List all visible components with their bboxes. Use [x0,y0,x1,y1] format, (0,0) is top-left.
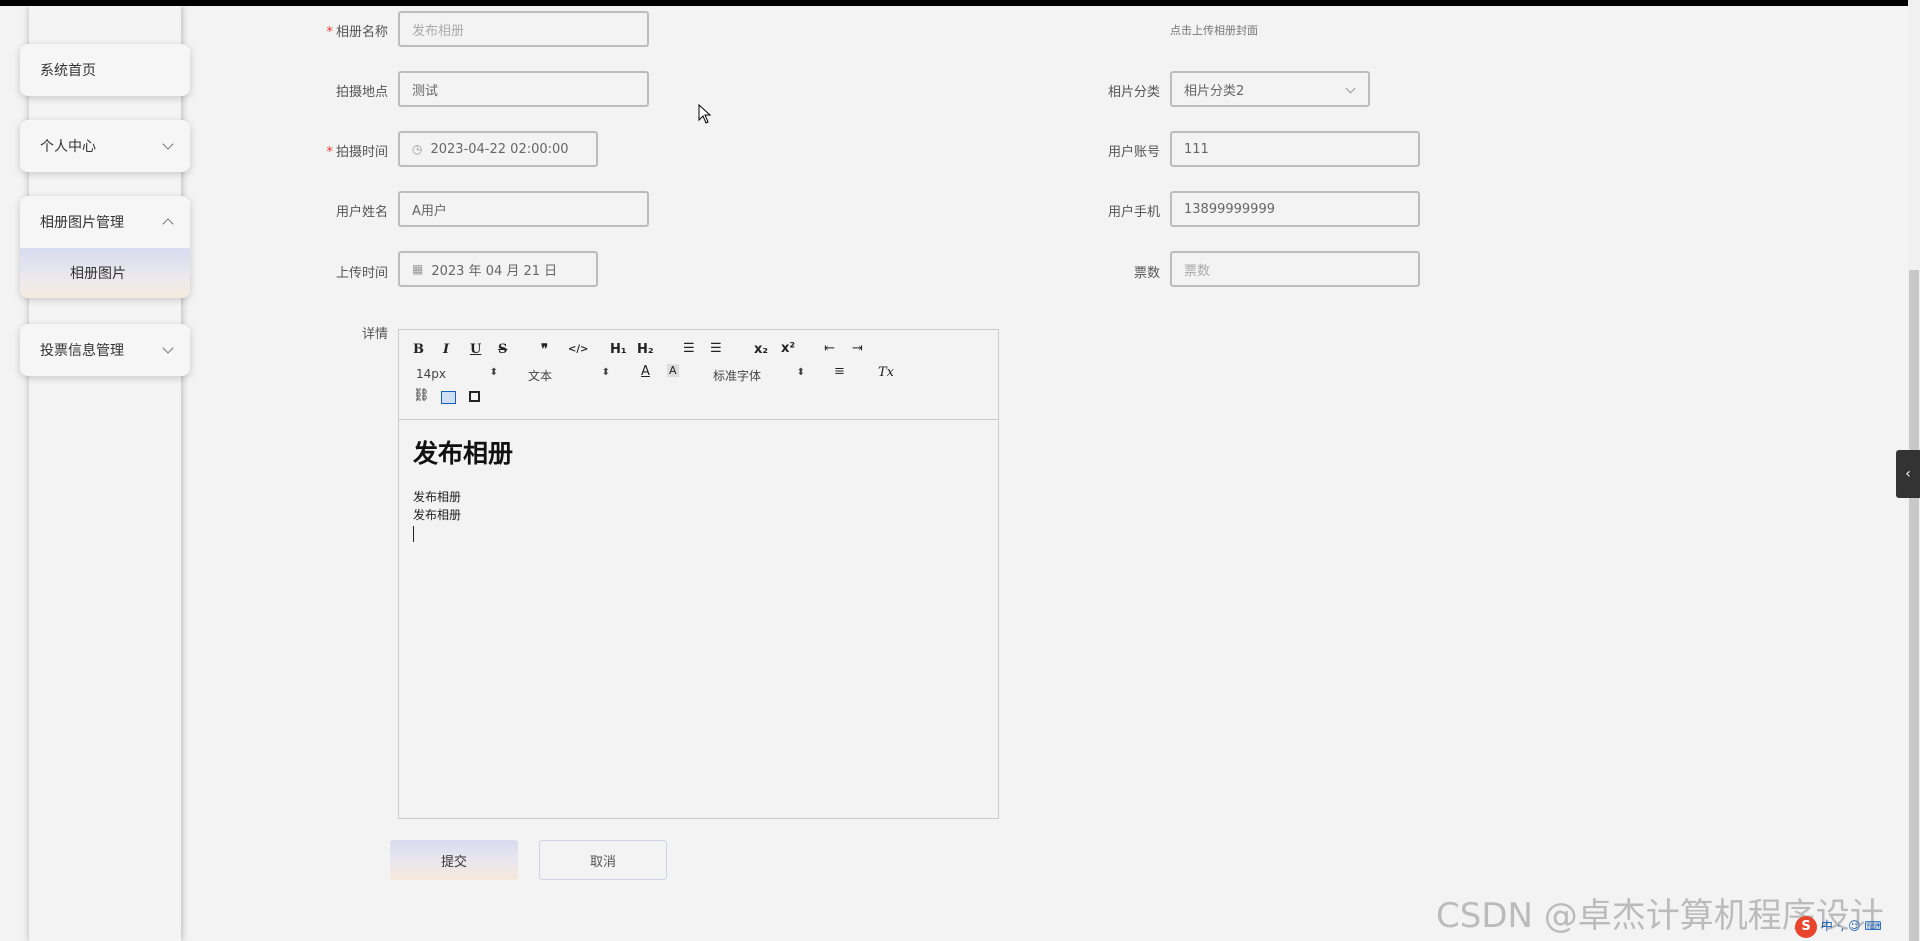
bold-button[interactable]: B [413,342,424,357]
font-size-select[interactable]: 14px ⬍ [416,367,498,381]
editor-content[interactable]: 发布相册 发布相册 发布相册 [399,420,998,556]
indent-button[interactable]: ⇥ [852,341,863,356]
sidebar-item-album-management[interactable]: 相册图片管理 相册图片 [20,196,190,298]
header2-button[interactable]: H₂ [637,342,654,357]
user-account-label: 用户账号 [1107,145,1160,160]
sidebar-item-label: 投票信息管理 [40,343,124,359]
ime-tray: S 中 ·, ☺ ⌨ [1795,916,1882,938]
votes-input[interactable]: 票数 [1170,251,1420,287]
code-block-button[interactable]: </> [568,344,588,355]
upload-time-label: 上传时间 [335,266,388,281]
content-heading: 发布相册 [413,439,514,468]
sort-icon: ⬍ [489,367,498,378]
video-icon[interactable] [469,391,480,402]
sidebar-item-personal-center[interactable]: 个人中心 [20,120,190,172]
ime-mode-icon: 中 ·, ☺ ⌨ [1820,919,1882,933]
user-phone-input[interactable]: 13899999999 [1170,191,1420,227]
sidebar-item-home[interactable]: 系统首页 [20,44,190,96]
content-line: 发布相册 [413,490,462,504]
location-label: 拍摄地点 [335,85,388,100]
italic-button[interactable]: I [443,342,449,357]
location-input[interactable]: 测试 [398,71,649,107]
sort-icon: ⬍ [601,367,610,378]
sidebar-item-label: 相册图片管理 [40,215,124,231]
link-icon[interactable]: ⛓ [413,388,430,403]
superscript-button[interactable]: x² [781,341,795,356]
mouse-cursor-icon [698,104,712,124]
sidebar-subitem-album-pictures[interactable]: 相册图片 [20,248,190,298]
text-caret [413,526,414,542]
shoot-time-label: * 拍摄时间 [326,145,388,160]
user-phone-label: 用户手机 [1107,205,1160,220]
sort-icon: ⬍ [796,367,805,378]
cover-upload-link[interactable]: 点击上传相册封面 [1170,22,1258,38]
shoot-time-picker[interactable]: ◷ 2023-04-22 02:00:00 [398,131,598,167]
bullet-list-button[interactable]: ☰ [710,341,722,356]
outdent-button[interactable]: ⇤ [824,341,835,356]
category-select[interactable]: 相片分类2 [1170,71,1370,107]
category-label: 相片分类 [1107,85,1160,100]
sidebar-item-label: 系统首页 [40,63,96,79]
content-line: 发布相册 [413,508,462,522]
subscript-button[interactable]: x₂ [754,342,768,357]
text-color-button[interactable]: A [641,364,650,379]
user-name-label: 用户姓名 [335,205,388,220]
submit-button[interactable]: 提交 [390,840,518,880]
background-color-button[interactable]: A [667,364,679,377]
blockquote-button[interactable]: ❞ [541,342,548,357]
header1-button[interactable]: H₁ [610,342,627,357]
editor-toolbar: B I U S ❞ </> H₁ H₂ ☰ ☰ x₂ x² ⇤ ⇥ 14px ⬍ … [399,330,998,420]
clean-format-button[interactable]: Tx [878,365,894,380]
sidebar-subitem-label: 相册图片 [70,266,126,282]
sidebar-item-label: 个人中心 [40,139,96,155]
upload-time-picker[interactable]: ▦ 2023 年 04 月 21 日 [398,251,598,287]
user-account-input[interactable]: 111 [1170,131,1420,167]
ordered-list-button[interactable]: ☰ [683,341,695,356]
chevron-down-icon [162,342,174,354]
album-name-input[interactable]: 发布相册 [398,11,649,47]
album-name-label: * 相册名称 [326,25,388,40]
image-icon[interactable] [441,391,456,404]
sogou-icon: S [1795,916,1817,938]
chevron-up-icon [162,218,174,230]
user-name-input[interactable]: A用户 [398,191,649,227]
clock-icon: ◷ [412,142,423,156]
votes-label: 票数 [1133,266,1160,281]
top-bar [0,0,1920,6]
rich-text-editor[interactable]: B I U S ❞ </> H₁ H₂ ☰ ☰ x₂ x² ⇤ ⇥ 14px ⬍ … [398,329,999,819]
details-label: 详情 [361,327,388,342]
underline-button[interactable]: U [470,342,481,357]
align-button[interactable]: ≡ [834,364,845,379]
chevron-down-icon [1345,83,1356,94]
cancel-button[interactable]: 取消 [539,840,667,880]
font-family-select[interactable]: 标准字体 ⬍ [713,367,805,384]
strike-button[interactable]: S [498,342,507,357]
calendar-icon: ▦ [412,262,424,276]
chevron-left-icon[interactable]: ‹ [1896,450,1920,498]
chevron-down-icon [162,138,174,150]
scrollbar-thumb[interactable] [1909,270,1919,941]
header-select[interactable]: 文本 ⬍ [528,367,610,384]
sidebar-item-vote-management[interactable]: 投票信息管理 [20,324,190,376]
